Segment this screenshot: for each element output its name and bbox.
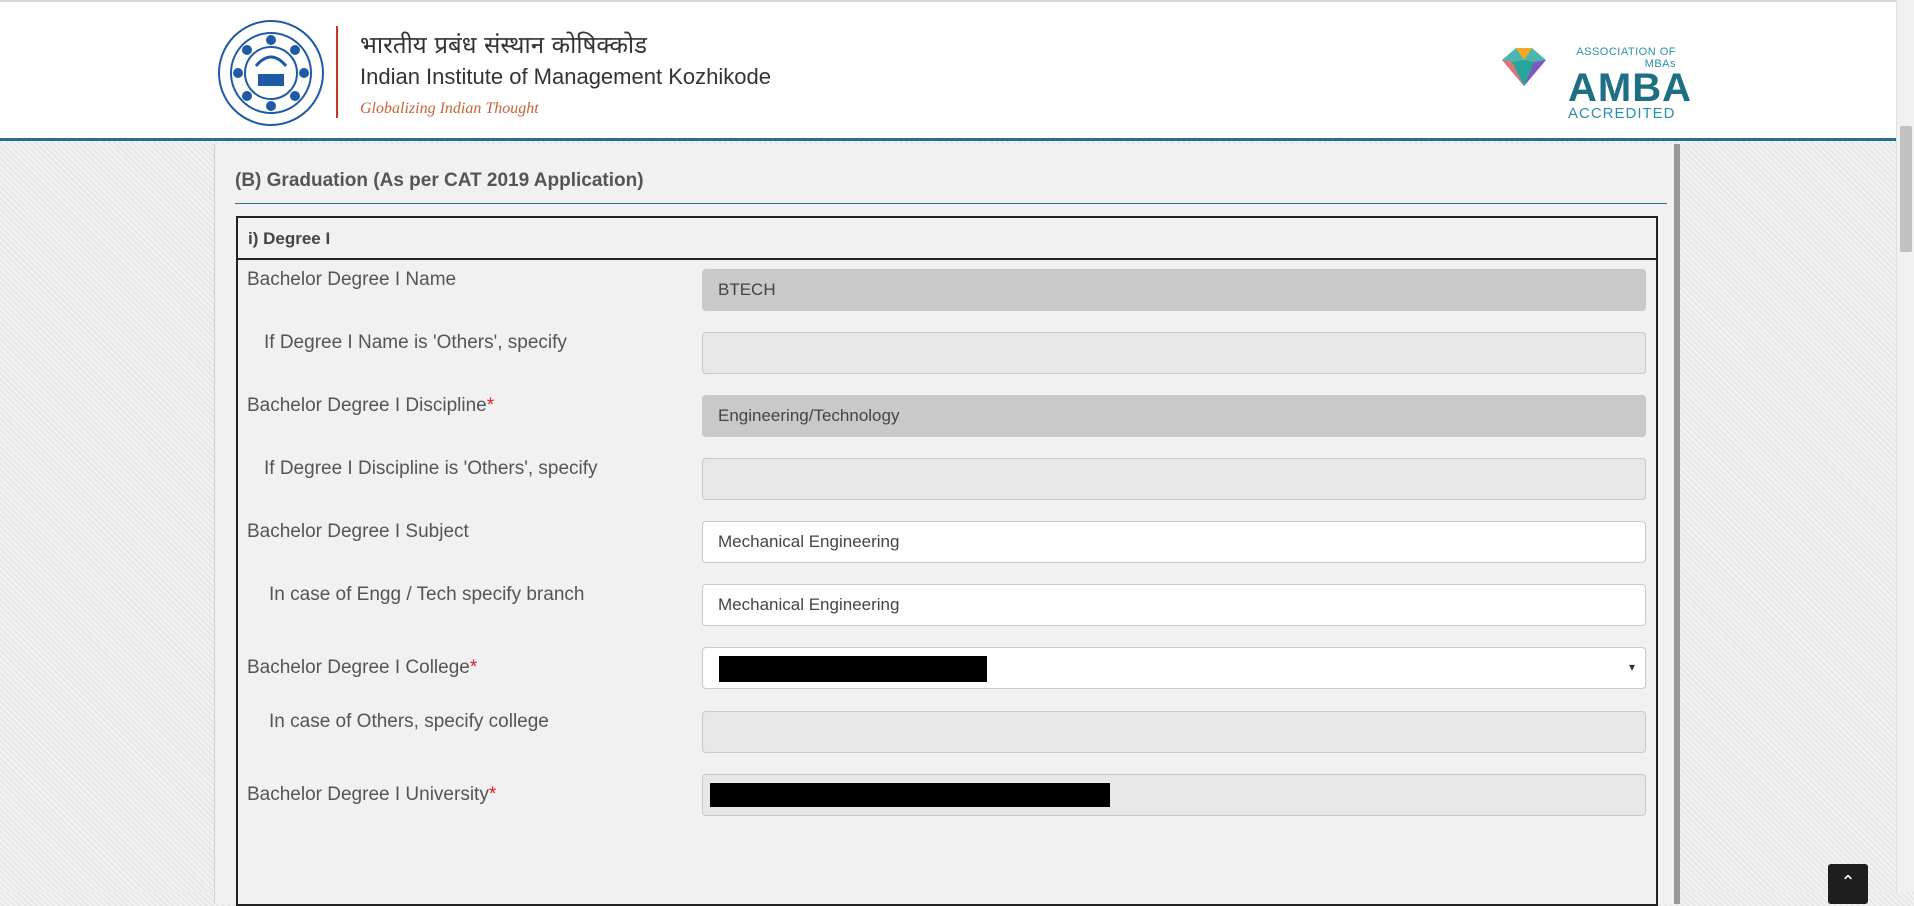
discipline-label: Bachelor Degree I Discipline*: [247, 395, 494, 417]
scrollbar-thumb[interactable]: [1900, 126, 1912, 252]
branch-input[interactable]: Mechanical Engineering: [702, 584, 1646, 626]
degree-name-label: Bachelor Degree I Name: [247, 269, 457, 290]
site-header: भारतीय प्रबंध संस्थान कोषिक्कोड Indian I…: [0, 0, 1896, 141]
page-scrollbar[interactable]: [1896, 0, 1914, 892]
institute-name: Indian Institute of Management Kozhikode: [360, 64, 771, 89]
discipline-field[interactable]: Engineering/Technology: [702, 395, 1646, 437]
required-marker: *: [488, 784, 497, 805]
college-other-field[interactable]: [702, 711, 1646, 753]
amba-accreditation: ASSOCIATION OF MBAs AMBA ACCREDITED: [1568, 46, 1692, 122]
college-label: Bachelor Degree I College*: [247, 657, 477, 679]
institute-name-hindi: भारतीय प्रबंध संस्थान कोषिक्कोड: [360, 31, 647, 59]
discipline-other-label: If Degree I Discipline is 'Others', spec…: [264, 458, 598, 479]
redacted-university-value: [710, 783, 1110, 807]
degree-title: i) Degree I: [238, 218, 1656, 260]
university-label: Bachelor Degree I University*: [247, 784, 496, 806]
college-other-label: In case of Others, specify college: [269, 711, 549, 732]
college-label-text: Bachelor Degree I College: [247, 657, 470, 678]
discipline-label-text: Bachelor Degree I Discipline: [247, 395, 487, 416]
logo-divider: [336, 26, 338, 118]
amba-wordmark: AMBA: [1568, 66, 1692, 110]
college-select[interactable]: ▾: [702, 647, 1646, 689]
degree-name-other-label: If Degree I Name is 'Others', specify: [264, 332, 567, 353]
chevron-down-icon: ▾: [1628, 660, 1635, 674]
amba-accredited-label: ACCREDITED: [1568, 105, 1676, 122]
university-field[interactable]: [702, 774, 1646, 816]
section-title: (B) Graduation (As per CAT 2019 Applicat…: [235, 170, 1667, 204]
branch-label: In case of Engg / Tech specify branch: [269, 584, 585, 605]
chevron-up-icon: ⌃: [1840, 872, 1856, 892]
required-marker: *: [469, 657, 478, 678]
subject-label: Bachelor Degree I Subject: [247, 521, 469, 542]
discipline-other-field[interactable]: [702, 458, 1646, 500]
redacted-college-value: [719, 656, 987, 682]
iimk-seal-logo: [218, 20, 324, 126]
institute-tagline: Globalizing Indian Thought: [360, 100, 539, 117]
degree-name-other-field[interactable]: [702, 332, 1646, 374]
subject-input[interactable]: Mechanical Engineering: [702, 521, 1646, 563]
university-label-text: Bachelor Degree I University: [247, 784, 489, 805]
scroll-to-top-button[interactable]: ⌃: [1828, 864, 1868, 904]
required-marker: *: [486, 395, 495, 416]
degree-name-field[interactable]: BTECH: [702, 269, 1646, 311]
